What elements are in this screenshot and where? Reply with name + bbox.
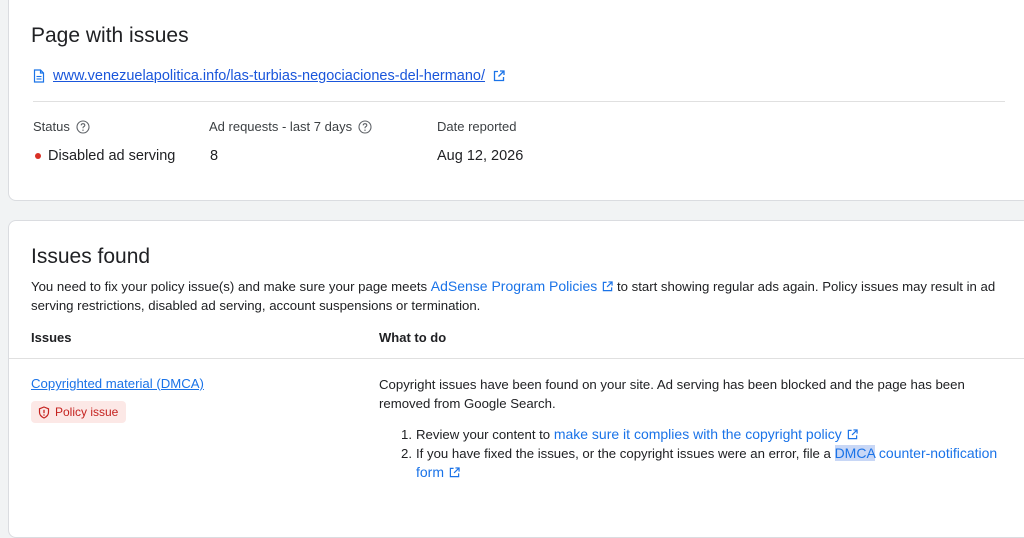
status-value: Disabled ad serving (35, 148, 175, 164)
page-details-card: Page with issues www.venezuelapolitica.i… (8, 0, 1024, 201)
document-icon (33, 69, 45, 83)
ad-requests-label: Ad requests - last 7 days (209, 119, 372, 134)
page-url-row: www.venezuelapolitica.info/las-turbias-n… (33, 68, 505, 84)
what-to-do-column-header: What to do (379, 330, 447, 345)
issues-title: Issues found (31, 245, 151, 268)
issues-intro-text: You need to fix your policy issue(s) and… (31, 278, 996, 313)
date-reported-value: Aug 12, 2026 (437, 148, 524, 164)
steps-list: 1. Review your content to make sure it c… (401, 425, 1001, 482)
open-in-new-icon[interactable] (493, 70, 505, 82)
list-item: 1. Review your content to make sure it c… (401, 425, 1001, 444)
issue-description: Copyright issues have been found on your… (379, 377, 965, 411)
date-reported-label: Date reported (437, 119, 517, 134)
selected-text: DMCA (834, 445, 876, 461)
open-in-new-icon[interactable] (449, 467, 460, 478)
status-label: Status (33, 119, 90, 134)
shield-alert-icon (38, 405, 50, 419)
issue-link[interactable]: Copyrighted material (DMCA) (31, 376, 204, 391)
status-dot-icon (35, 153, 41, 159)
issues-column-header: Issues (31, 330, 72, 345)
open-in-new-icon[interactable] (847, 429, 858, 440)
help-icon[interactable] (76, 119, 90, 134)
open-in-new-icon[interactable] (602, 281, 613, 292)
page-title: Page with issues (31, 24, 189, 47)
adsense-policies-link[interactable]: AdSense Program Policies (431, 278, 598, 294)
issues-card: Issues found You need to fix your policy… (8, 220, 1024, 538)
ad-requests-value: 8 (210, 148, 219, 164)
list-item: 2. If you have fixed the issues, or the … (401, 445, 998, 480)
help-icon[interactable] (358, 119, 372, 134)
divider (33, 101, 1005, 102)
divider (9, 358, 1024, 359)
status-badge: Policy issue (31, 401, 127, 423)
page-url-link[interactable]: www.venezuelapolitica.info/las-turbias-n… (53, 68, 485, 84)
copyright-policy-link[interactable]: make sure it complies with the copyright… (554, 426, 842, 442)
